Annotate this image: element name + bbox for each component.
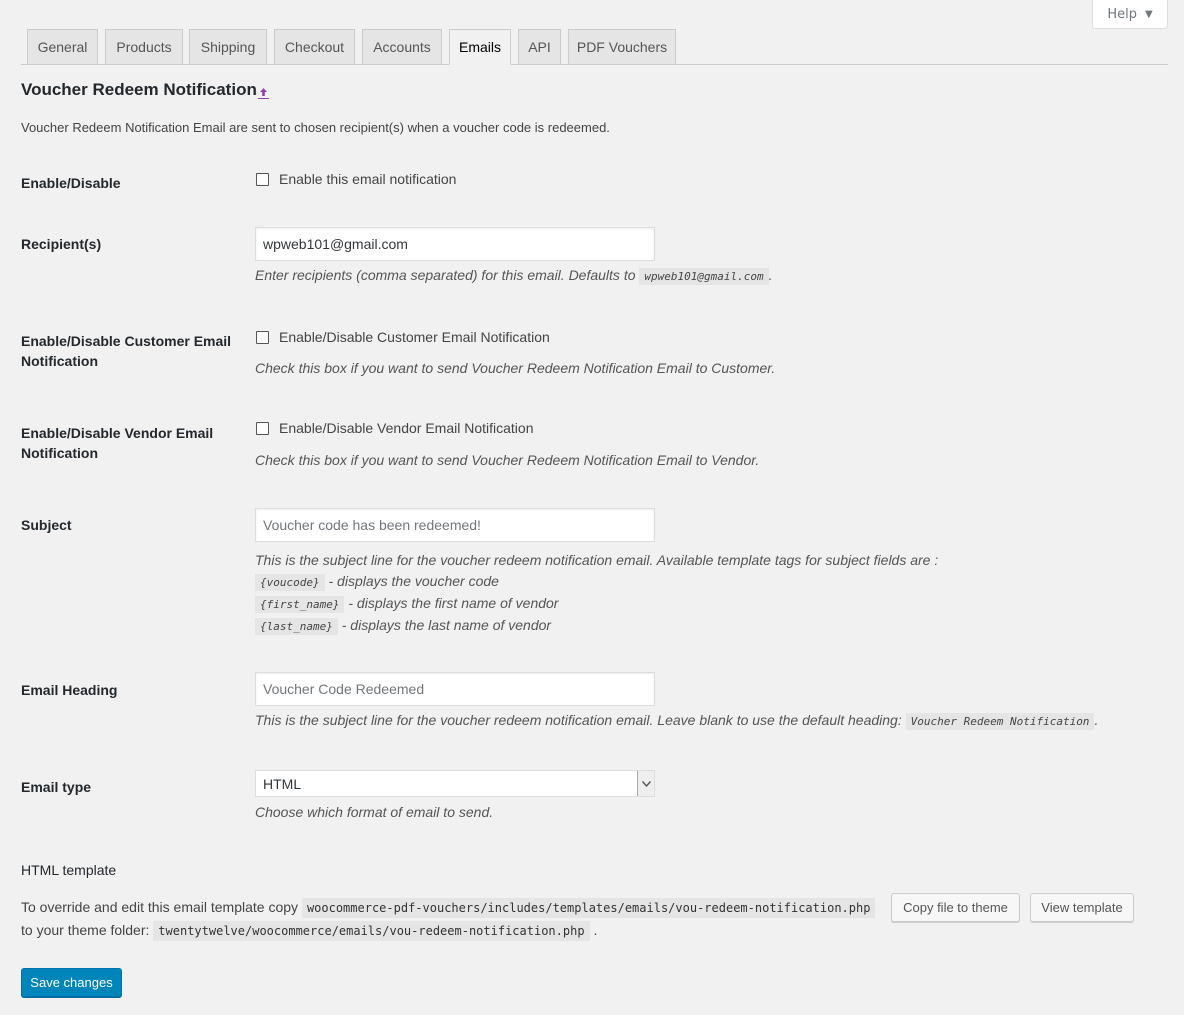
copy-file-to-theme-button[interactable]: Copy file to theme: [891, 893, 1020, 922]
tab-label: PDF Vouchers: [576, 39, 668, 55]
customer-notification-checkbox[interactable]: [256, 331, 269, 344]
tab-label: General: [37, 39, 88, 55]
template-text-3: .: [593, 922, 598, 938]
email-heading-desc-end: .: [1094, 712, 1099, 728]
tab-api[interactable]: API: [518, 29, 561, 65]
email-type-select[interactable]: HTML: [255, 770, 655, 797]
vendor-notification-label: Enable/Disable Vendor Email Notification: [21, 425, 214, 461]
enable-label: Enable/Disable: [21, 175, 121, 191]
subject-placeholder: Voucher code has been redeemed!: [263, 517, 481, 533]
subject-tag-row: {first_name} - displays the first name o…: [255, 593, 938, 615]
customer-notification-description: Check this box if you want to send Vouch…: [255, 360, 776, 376]
tag-text: - displays the voucher code: [328, 573, 499, 589]
tab-label: Emails: [458, 39, 501, 55]
recipients-description: Enter recipients (comma separated) for t…: [255, 265, 773, 287]
template-path-theme: twentytwelve/woocommerce/emails/vou-rede…: [153, 921, 590, 941]
customer-notification-checkbox-label[interactable]: Enable/Disable Customer Email Notificati…: [279, 329, 550, 345]
recipients-label: Recipient(s): [21, 236, 102, 252]
email-type-description: Choose which format of email to send.: [255, 804, 494, 820]
tab-label: Checkout: [284, 39, 345, 55]
help-button[interactable]: Help ▼: [1092, 0, 1168, 29]
tab-shipping[interactable]: Shipping: [189, 29, 267, 65]
vendor-notification-checkbox-label[interactable]: Enable/Disable Vendor Email Notification: [279, 420, 533, 436]
email-heading-default-code: Voucher Redeem Notification: [905, 713, 1095, 730]
subject-description: This is the subject line for the voucher…: [255, 550, 938, 637]
customer-notification-label: Enable/Disable Customer Email Notificati…: [21, 333, 232, 369]
html-template-title: HTML template: [21, 862, 117, 878]
view-template-button[interactable]: View template: [1030, 893, 1134, 922]
tag-code: {first_name}: [255, 596, 345, 613]
tag-text: - displays the first name of vendor: [348, 595, 559, 611]
tab-label: Accounts: [373, 39, 431, 55]
vendor-notification-description: Check this box if you want to send Vouch…: [255, 452, 760, 468]
template-override-text: To override and edit this email template…: [21, 896, 881, 942]
intro-text: Voucher Redeem Notification Email are se…: [21, 120, 610, 135]
tab-checkout[interactable]: Checkout: [274, 29, 355, 65]
email-heading-description: This is the subject line for the voucher…: [255, 710, 1098, 732]
page-title: Voucher Redeem Notification: [21, 80, 257, 99]
save-changes-button[interactable]: Save changes: [21, 968, 122, 997]
subject-input[interactable]: Voucher code has been redeemed!: [255, 508, 655, 542]
up-arrow-icon[interactable]: [257, 86, 270, 100]
email-type-label: Email type: [21, 779, 92, 795]
subject-tag-row: {voucode} - displays the voucher code: [255, 571, 938, 593]
tag-code: {voucode}: [255, 574, 325, 591]
tab-label: Shipping: [200, 39, 256, 55]
tab-general[interactable]: General: [27, 29, 98, 65]
chevron-down-icon[interactable]: [637, 771, 654, 796]
email-heading-label: Email Heading: [21, 682, 118, 698]
help-label: Help: [1107, 6, 1137, 22]
recipients-desc-end: .: [768, 267, 773, 283]
tab-products[interactable]: Products: [105, 29, 183, 65]
enable-checkbox-label[interactable]: Enable this email notification: [279, 171, 456, 187]
recipients-input[interactable]: wpweb101@gmail.com: [255, 227, 655, 261]
template-path-plugin: woocommerce-pdf-vouchers/includes/templa…: [301, 898, 876, 918]
tab-accounts[interactable]: Accounts: [362, 29, 442, 65]
subject-label: Subject: [21, 517, 72, 533]
recipients-desc-text: Enter recipients (comma separated) for t…: [255, 267, 636, 283]
email-heading-input[interactable]: Voucher Code Redeemed: [255, 672, 655, 706]
email-type-value: HTML: [263, 775, 302, 792]
tag-text: - displays the last name of vendor: [341, 617, 552, 633]
subject-desc-text: This is the subject line for the voucher…: [255, 552, 939, 568]
tab-label: API: [528, 39, 551, 55]
subject-tag-row: {last_name} - displays the last name of …: [255, 615, 938, 637]
recipients-value: wpweb101@gmail.com: [263, 236, 408, 252]
tab-emails[interactable]: Emails: [449, 29, 511, 65]
enable-checkbox[interactable]: [256, 173, 269, 186]
caret-down-icon: ▼: [1144, 8, 1153, 20]
email-heading-placeholder: Voucher Code Redeemed: [263, 681, 425, 697]
template-text-1: To override and edit this email template…: [21, 899, 299, 915]
tab-pdf-vouchers[interactable]: PDF Vouchers: [568, 29, 676, 65]
tag-code: {last_name}: [255, 618, 338, 635]
template-text-2: to your theme folder:: [21, 922, 150, 938]
tab-label: Products: [116, 39, 172, 55]
recipients-default-code: wpweb101@gmail.com: [639, 268, 769, 285]
vendor-notification-checkbox[interactable]: [256, 422, 269, 435]
email-heading-desc-text: This is the subject line for the voucher…: [255, 712, 902, 728]
